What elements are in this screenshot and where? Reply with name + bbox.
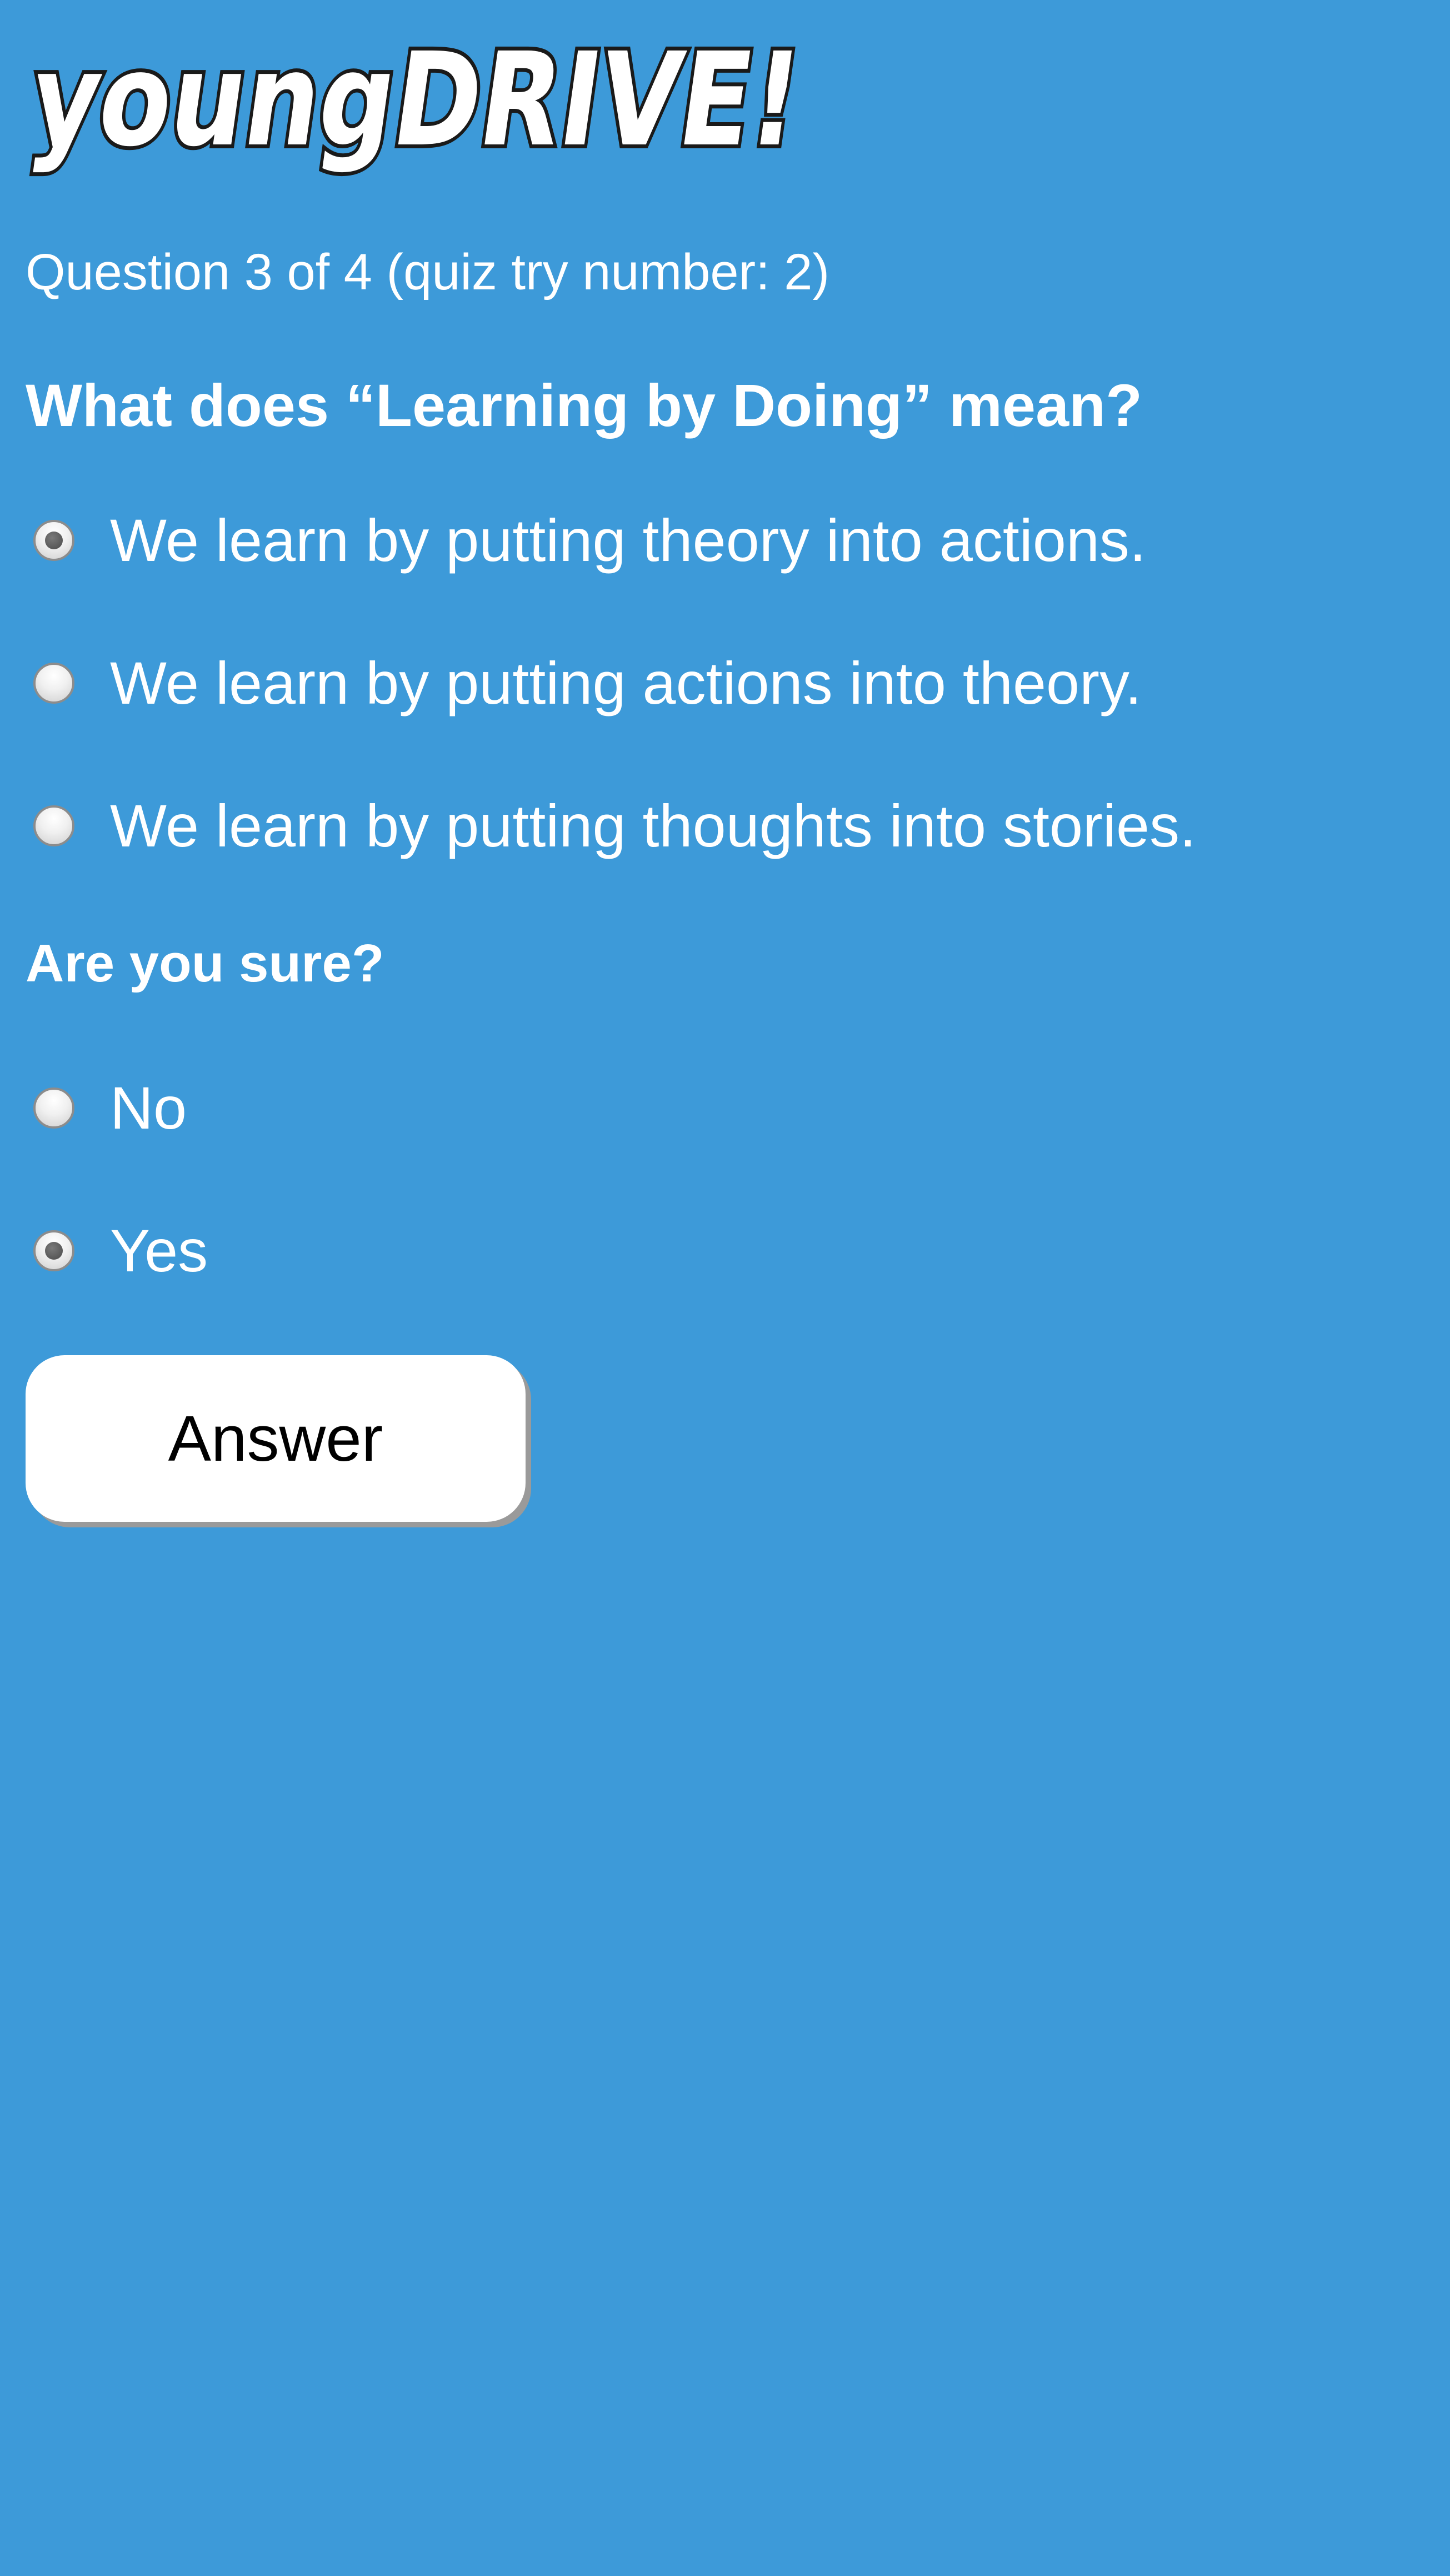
confirm-option-no[interactable]: No xyxy=(33,1069,187,1147)
radio-button[interactable] xyxy=(33,663,74,704)
confirm-option-label: Yes xyxy=(110,1217,208,1284)
confirm-question: Are you sure? xyxy=(26,934,384,993)
confirm-option-yes[interactable]: Yes xyxy=(33,1212,208,1290)
radio-button[interactable] xyxy=(33,1087,74,1129)
answer-option-1[interactable]: We learn by putting theory into actions. xyxy=(33,502,1146,579)
youngdrive-logo: youngDRIVE! xyxy=(24,24,824,178)
question-title: What does “Learning by Doing” mean? xyxy=(26,372,1143,439)
quiz-page: youngDRIVE! Question 3 of 4 (quiz try nu… xyxy=(0,0,1450,2576)
logo-wordmark: youngDRIVE! xyxy=(24,25,810,175)
quiz-progress-text: Question 3 of 4 (quiz try number: 2) xyxy=(26,244,830,300)
answer-option-2[interactable]: We learn by putting actions into theory. xyxy=(33,644,1142,722)
answer-option-3[interactable]: We learn by putting thoughts into storie… xyxy=(33,787,1196,865)
answer-option-label: We learn by putting actions into theory. xyxy=(110,649,1142,716)
radio-button-checked[interactable] xyxy=(33,1230,74,1271)
answer-option-label: We learn by putting thoughts into storie… xyxy=(110,792,1197,859)
radio-button[interactable] xyxy=(33,805,74,846)
answer-button[interactable]: Answer xyxy=(26,1355,526,1522)
confirm-option-label: No xyxy=(110,1074,187,1141)
youngdrive-logo-graphic: youngDRIVE! xyxy=(24,24,814,178)
radio-button-checked[interactable] xyxy=(33,520,74,561)
answer-option-label: We learn by putting theory into actions. xyxy=(110,507,1147,574)
